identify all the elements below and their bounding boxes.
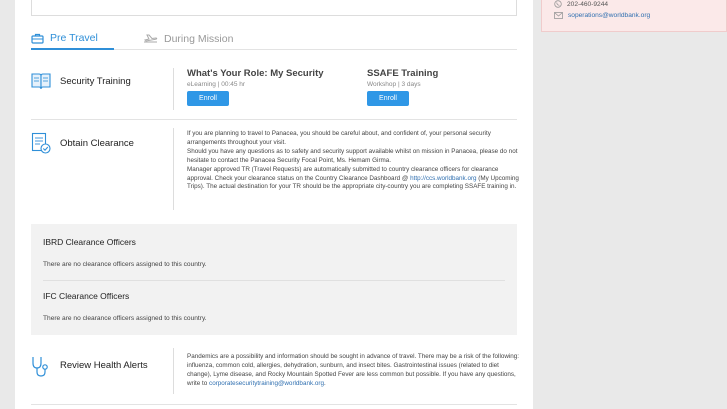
officers-title: IBRD Clearance Officers [43, 237, 136, 247]
course-title: SSAFE Training [367, 68, 439, 79]
tab-label: During Mission [164, 33, 234, 45]
clipboard-check-icon [31, 132, 51, 154]
divider [173, 348, 174, 394]
clearance-paragraph: Manager approved TR (Travel Requests) ar… [187, 166, 523, 193]
security-training-email-link[interactable]: corporatesecuritytraining@worldbank.org [209, 380, 324, 387]
health-alerts-section: Review Health Alerts Pandemics are a pos… [31, 348, 519, 394]
stethoscope-icon [32, 357, 48, 377]
contact-phone-text: 202-460-9244 [567, 0, 609, 8]
course-item: What's Your Role: My Security eLearning … [187, 68, 324, 106]
tab-bar: Pre Travel During Mission [31, 28, 517, 50]
clearance-officers-panel: IBRD Clearance Officers There are no cle… [31, 224, 517, 335]
clearance-paragraph: Should you have any questions as to safe… [187, 147, 518, 164]
tab-during-mission[interactable]: During Mission [143, 28, 233, 50]
divider [31, 404, 517, 405]
health-alerts-text: Pandemics are a possibility and informat… [187, 353, 523, 389]
contact-sidebar: 202-460-9244 soperations@worldbank.org [541, 0, 727, 32]
security-training-section: Security Training What's Your Role: My S… [31, 68, 517, 110]
tab-label: Pre Travel [50, 32, 98, 44]
clearance-text: If you are planning to travel to Panacea… [187, 130, 523, 192]
top-box [31, 0, 517, 16]
officers-text: There are no clearance officers assigned… [43, 261, 207, 268]
officers-title: IFC Clearance Officers [43, 291, 130, 301]
divider [43, 280, 505, 281]
plane-icon [144, 34, 158, 43]
phone-icon [554, 0, 562, 8]
course-item: SSAFE Training Workshop | 3 days Enroll [367, 68, 438, 106]
tab-pre-travel[interactable]: Pre Travel [31, 28, 114, 50]
divider [173, 68, 174, 110]
briefcase-icon [31, 33, 44, 44]
health-text-end: . [323, 379, 326, 387]
contact-email-link[interactable]: soperations@worldbank.org [568, 12, 650, 19]
course-meta: eLearning | 00:45 hr [187, 81, 246, 88]
contact-phone: 202-460-9244 [554, 0, 608, 8]
section-title: Security Training [60, 76, 131, 87]
divider [31, 119, 517, 120]
section-title: Obtain Clearance [60, 138, 134, 149]
enroll-button[interactable]: Enroll [367, 91, 409, 106]
divider [173, 128, 174, 210]
mail-icon [554, 12, 563, 19]
officers-text: There are no clearance officers assigned… [43, 315, 207, 322]
enroll-button[interactable]: Enroll [187, 91, 229, 106]
contact-email: soperations@worldbank.org [554, 12, 650, 19]
obtain-clearance-section: Obtain Clearance If you are planning to … [31, 128, 519, 214]
book-icon [31, 73, 51, 90]
main-card: Pre Travel During Mission Security Train… [15, 0, 533, 409]
course-meta: Workshop | 3 days [367, 81, 421, 88]
section-title: Review Health Alerts [60, 360, 148, 371]
clearance-paragraph: If you are planning to travel to Panacea… [187, 130, 491, 146]
clearance-dashboard-link[interactable]: http://ccs.worldbank.org [410, 175, 477, 182]
course-title: What's Your Role: My Security [187, 68, 324, 79]
